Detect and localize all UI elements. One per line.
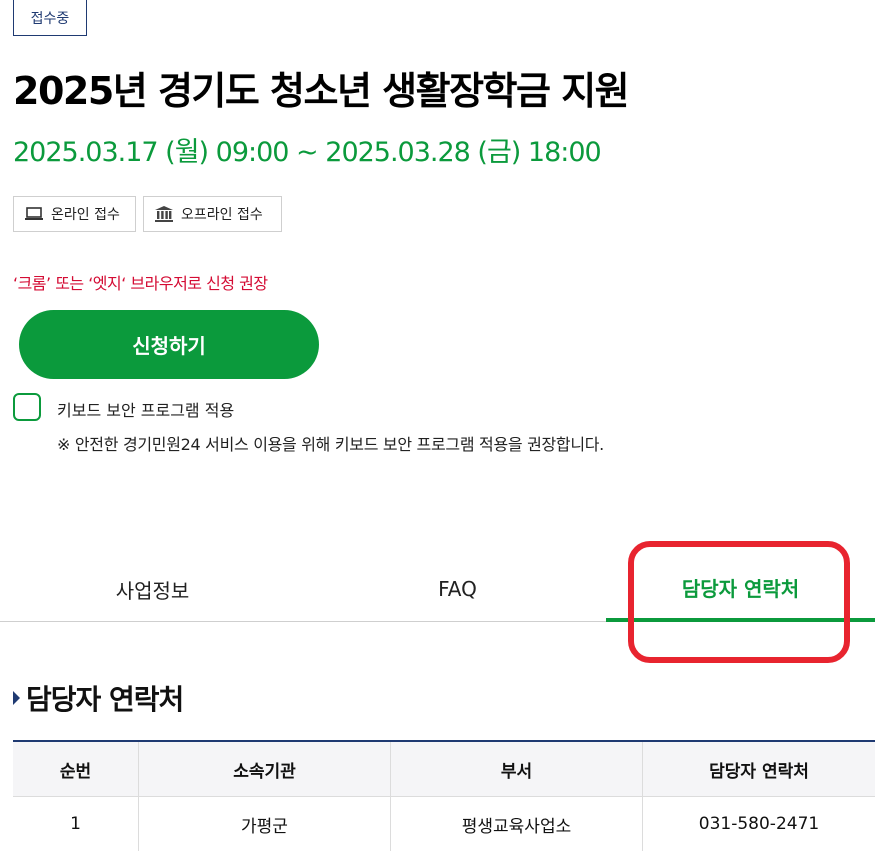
tab-bar: 사업정보 FAQ 담당자 연락처 bbox=[0, 557, 875, 622]
table-header-row: 순번 소속기관 부서 담당자 연락처 bbox=[13, 741, 875, 797]
triangle-bullet-icon bbox=[13, 691, 20, 705]
column-header-number: 순번 bbox=[13, 741, 139, 797]
apply-button[interactable]: 신청하기 bbox=[19, 310, 319, 379]
keyboard-security-checkbox[interactable] bbox=[13, 393, 41, 421]
tab-faq[interactable]: FAQ bbox=[305, 557, 610, 621]
keyboard-security-note: ※ 안전한 경기민원24 서비스 이용을 위해 키보드 보안 프로그램 적용을 … bbox=[57, 431, 604, 455]
page-title: 2025년 경기도 청소년 생활장학금 지원 bbox=[13, 60, 628, 115]
tab-business-info[interactable]: 사업정보 bbox=[0, 557, 305, 621]
browser-notice: ‘크롬’ 또는 ‘엣지‘ 브라우저로 신청 권장 bbox=[13, 270, 268, 294]
section-title-text: 담당자 연락처 bbox=[26, 678, 183, 718]
tab-contact[interactable]: 담당자 연락처 bbox=[606, 557, 875, 622]
cell-contact: 031-580-2471 bbox=[643, 797, 875, 851]
column-header-department: 부서 bbox=[391, 741, 643, 797]
online-application-label: 온라인 접수 bbox=[51, 204, 120, 224]
building-icon bbox=[154, 205, 174, 223]
cell-department: 평생교육사업소 bbox=[391, 797, 643, 851]
column-header-contact: 담당자 연락처 bbox=[643, 741, 875, 797]
offline-application-chip: 오프라인 접수 bbox=[143, 196, 282, 232]
online-application-chip: 온라인 접수 bbox=[13, 196, 136, 232]
table-row: 1 가평군 평생교육사업소 031-580-2471 bbox=[13, 797, 875, 851]
section-title: 담당자 연락처 bbox=[13, 678, 183, 718]
column-header-agency: 소속기관 bbox=[139, 741, 391, 797]
keyboard-security-label[interactable]: 키보드 보안 프로그램 적용 bbox=[57, 397, 234, 421]
contact-table: 순번 소속기관 부서 담당자 연락처 1 가평군 평생교육사업소 031-580… bbox=[13, 740, 875, 851]
cell-number: 1 bbox=[13, 797, 139, 851]
application-period: 2025.03.17 (월) 09:00 ~ 2025.03.28 (금) 18… bbox=[13, 130, 601, 169]
cell-agency: 가평군 bbox=[139, 797, 391, 851]
status-badge: 접수중 bbox=[13, 0, 87, 36]
offline-application-label: 오프라인 접수 bbox=[181, 204, 263, 224]
laptop-icon bbox=[24, 206, 44, 222]
